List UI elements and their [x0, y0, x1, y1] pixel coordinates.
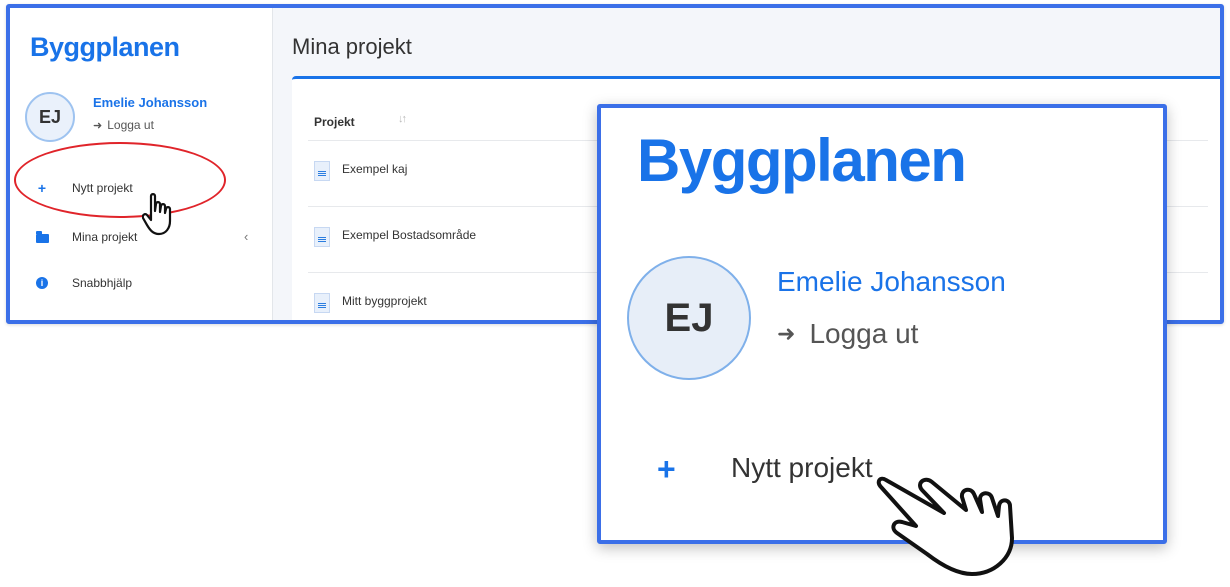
zoom-user-name: Emelie Johansson	[777, 266, 1006, 297]
row-label[interactable]: Mitt byggprojekt	[342, 294, 427, 308]
page-title: Mina projekt	[292, 34, 412, 59]
info-icon: i	[34, 277, 50, 289]
user-name[interactable]: Emelie Johansson	[93, 95, 207, 110]
zoom-brand-logo: Byggplanen	[637, 127, 967, 194]
folder-icon	[34, 230, 50, 243]
logout-icon: ➜	[777, 321, 796, 346]
column-header-project[interactable]: Projekt	[314, 115, 355, 129]
avatar: EJ	[25, 92, 75, 142]
row-label[interactable]: Exempel Bostadsområde	[342, 228, 476, 242]
sort-icon[interactable]: ↓↑	[398, 113, 407, 125]
brand-logo[interactable]: Byggplanen	[30, 32, 180, 63]
hand-cursor-icon	[876, 476, 1014, 576]
zoom-new-project-label: Nytt projekt	[731, 452, 873, 483]
chevron-left-icon[interactable]: ‹	[244, 229, 248, 244]
sidebar-item-label: Mina projekt	[72, 230, 138, 244]
plus-icon: +	[657, 451, 676, 487]
logout-label: Logga ut	[107, 118, 154, 132]
document-icon	[314, 161, 330, 181]
zoom-logout-link: ➜ Logga ut	[777, 318, 918, 350]
sidebar-item-my-projects[interactable]: Mina projekt	[34, 230, 137, 244]
highlight-ellipse	[14, 142, 226, 218]
document-icon	[314, 293, 330, 313]
row-label[interactable]: Exempel kaj	[342, 162, 407, 176]
hand-cursor-icon	[142, 193, 172, 236]
logout-icon: ➜	[93, 119, 103, 132]
zoom-avatar: EJ	[627, 256, 751, 380]
logout-link[interactable]: ➜ Logga ut	[93, 118, 154, 132]
sidebar-item-quick-help[interactable]: i Snabbhjälp	[34, 276, 132, 290]
sidebar-item-label: Snabbhjälp	[72, 276, 133, 290]
zoom-logout-label: Logga ut	[809, 318, 919, 349]
sidebar: Byggplanen EJ Emelie Johansson ➜ Logga u…	[10, 8, 273, 320]
document-icon	[314, 227, 330, 247]
